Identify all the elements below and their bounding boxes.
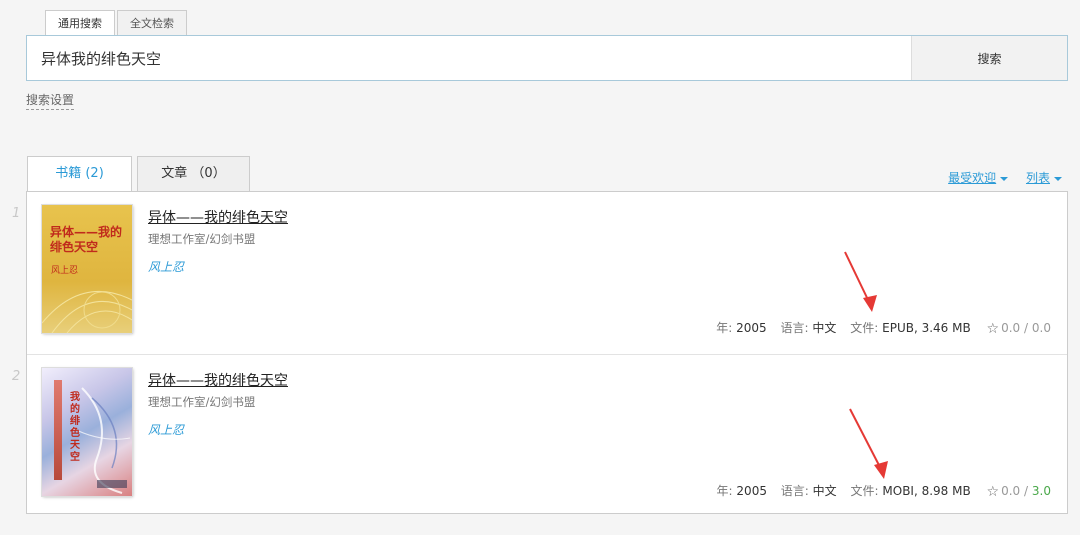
result-index: 1 (12, 206, 21, 221)
rating-quality: 0.0 (1001, 484, 1021, 498)
tab-fulltext-search[interactable]: 全文检索 (117, 10, 187, 35)
results-list: 1 异体——我的绯色天空 风上忍 异体——我的绯色天空 理想工作室/幻剑书盟 风… (12, 191, 1068, 516)
rating-quality: 0.0 (1001, 321, 1021, 335)
result-item: 2 我的绯色天空 异体——我的绯色天空 理想工作室/幻剑书盟 风上忍 年: 20… (12, 354, 1067, 516)
result-index: 2 (12, 369, 21, 384)
sort-order-dropdown[interactable]: 最受欢迎 (948, 171, 1009, 185)
language-label: 语言: (780, 321, 809, 335)
rating-separator: / (1024, 484, 1029, 498)
star-icon[interactable]: ☆ (987, 321, 1000, 337)
rating-separator: / (1024, 321, 1029, 335)
view-mode-dropdown[interactable]: 列表 (1026, 171, 1062, 185)
year-label: 年: (716, 321, 733, 335)
rating: ☆ 0.0 / 0.0 (987, 321, 1051, 337)
search-input[interactable] (27, 36, 911, 80)
book-cover[interactable]: 异体——我的绯色天空 风上忍 (42, 205, 132, 333)
caret-down-icon (1054, 176, 1062, 181)
book-publisher: 理想工作室/幻剑书盟 (148, 395, 256, 409)
year-value: 2005 (736, 321, 767, 335)
book-cover[interactable]: 我的绯色天空 (42, 368, 132, 496)
star-icon[interactable]: ☆ (987, 484, 1000, 500)
book-meta: 年: 2005 语言: 中文 文件: EPUB, 3.46 MB ☆ 0.0 / … (716, 319, 1051, 337)
tab-books[interactable]: 书籍 (2) (27, 156, 132, 193)
language-value: 中文 (812, 484, 837, 498)
language-value: 中文 (812, 321, 837, 335)
file-label: 文件: (850, 321, 879, 335)
cover-title: 我的绯色天空 (70, 392, 80, 463)
cover-art (71, 387, 131, 494)
result-item: 1 异体——我的绯色天空 风上忍 异体——我的绯色天空 理想工作室/幻剑书盟 风… (12, 192, 1067, 354)
year-label: 年: (716, 484, 733, 498)
book-author-link[interactable]: 风上忍 (148, 421, 184, 438)
book-author-link[interactable]: 风上忍 (148, 258, 184, 275)
book-publisher: 理想工作室/幻剑书盟 (148, 232, 256, 246)
file-label: 文件: (850, 484, 879, 498)
search-box: 搜索 (26, 35, 1068, 81)
cover-title: 异体——我的绯色天空 (50, 225, 123, 254)
sort-order-label: 最受欢迎 (948, 171, 997, 185)
search-button[interactable]: 搜索 (911, 36, 1067, 80)
rating-score: 3.0 (1031, 484, 1051, 498)
search-settings-link[interactable]: 搜索设置 (26, 91, 75, 110)
result-tabs: 书籍 (2) 文章 （0） (27, 156, 255, 193)
tab-articles[interactable]: 文章 （0） (137, 156, 250, 192)
book-title-link[interactable]: 异体——我的绯色天空 (148, 370, 288, 390)
rating-score: 0.0 (1031, 321, 1051, 335)
book-meta: 年: 2005 语言: 中文 文件: MOBI, 8.98 MB ☆ 0.0 / … (717, 482, 1051, 500)
view-mode-label: 列表 (1025, 171, 1050, 185)
book-title-link[interactable]: 异体——我的绯色天空 (148, 207, 288, 227)
language-label: 语言: (780, 484, 809, 498)
sort-controls: 最受欢迎 列表 (934, 169, 1062, 186)
file-value: MOBI, 8.98 MB (882, 484, 971, 498)
caret-down-icon (1000, 176, 1009, 181)
year-value: 2005 (736, 484, 767, 498)
search-mode-tabs: 通用搜索 全文检索 (45, 10, 189, 37)
rating: ☆ 0.0 / 3.0 (987, 484, 1051, 500)
tab-general-search[interactable]: 通用搜索 (45, 10, 115, 37)
cover-author: 风上忍 (51, 266, 79, 276)
file-value: EPUB, 3.46 MB (882, 321, 971, 335)
